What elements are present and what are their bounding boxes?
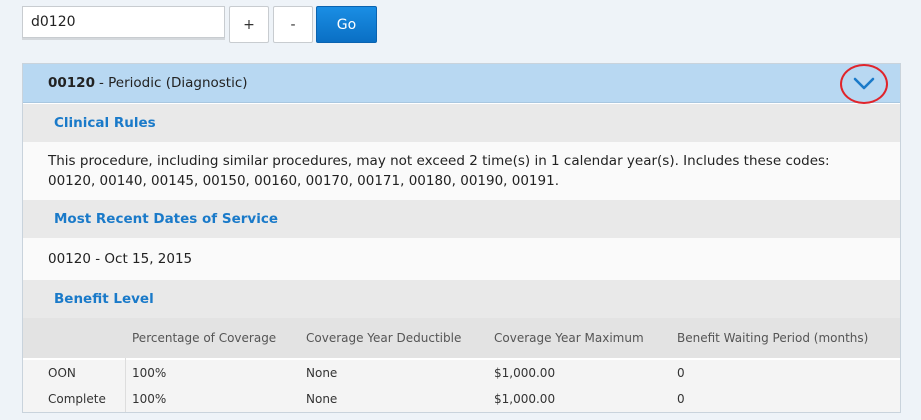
column-header: Benefit Waiting Period (months) [677, 331, 869, 345]
recent-dates-heading[interactable]: Most Recent Dates of Service [23, 200, 900, 238]
procedure-card-header[interactable]: 00120 - Periodic (Diagnostic) [23, 64, 900, 104]
table-cell: 100% [132, 366, 167, 380]
remove-button[interactable]: - [273, 6, 313, 43]
recent-date-entry: 00120 - Oct 15, 2015 [23, 238, 900, 280]
benefit-level-heading[interactable]: Benefit Level [23, 280, 900, 318]
clinical-rules-heading[interactable]: Clinical Rules [23, 104, 900, 142]
column-header: Coverage Year Maximum [494, 331, 644, 345]
table-cell: None [306, 392, 338, 406]
table-row: Complete 100% None $1,000.00 0 [23, 386, 900, 412]
table-cell: Complete [48, 392, 106, 406]
procedure-description: - Periodic (Diagnostic) [98, 75, 248, 91]
table-cell: 100% [132, 392, 167, 406]
table-row: OON 100% None $1,000.00 0 [23, 360, 900, 386]
procedure-card: 00120 - Periodic (Diagnostic) Clinical R… [22, 63, 901, 413]
column-header: Percentage of Coverage [132, 331, 277, 345]
benefit-table-header: Percentage of Coverage Coverage Year Ded… [23, 318, 900, 358]
table-cell: $1,000.00 [494, 366, 556, 380]
table-cell: None [306, 366, 338, 380]
table-cell: OON [48, 366, 76, 380]
collapse-toggle[interactable] [840, 64, 888, 104]
procedure-code: 00120 [48, 75, 95, 91]
table-cell: 0 [677, 366, 685, 380]
column-divider [125, 358, 126, 412]
procedure-code-input[interactable] [22, 6, 225, 38]
column-header: Coverage Year Deductible [306, 331, 462, 345]
table-cell: 0 [677, 392, 685, 406]
add-button[interactable]: + [229, 6, 269, 43]
chevron-down-icon [853, 77, 875, 90]
clinical-rules-text: This procedure, including similar proced… [23, 142, 900, 200]
table-cell: $1,000.00 [494, 392, 556, 406]
go-button[interactable]: Go [316, 6, 377, 43]
